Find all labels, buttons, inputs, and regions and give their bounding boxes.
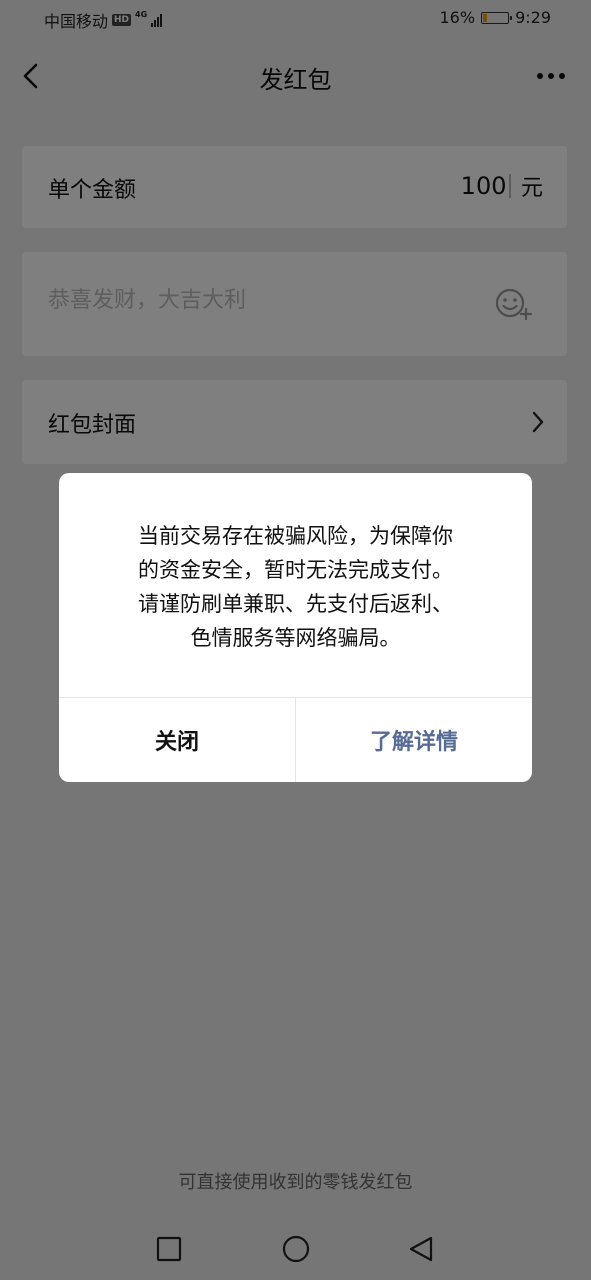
dialog-message-line: 色情服务等网络骗局。 — [190, 626, 401, 650]
dialog-actions: 关闭 了解详情 — [59, 697, 532, 782]
dialog-message: 当前交易存在被骗风险，为保障你 的资金安全，暂时无法完成支付。 请谨防刷单兼职、… — [93, 519, 498, 655]
close-button[interactable]: 关闭 — [59, 698, 296, 782]
risk-warning-dialog: 当前交易存在被骗风险，为保障你 的资金安全，暂时无法完成支付。 请谨防刷单兼职、… — [59, 473, 532, 782]
learn-more-button[interactable]: 了解详情 — [296, 698, 532, 782]
dialog-message-line: 请谨防刷单兼职、先支付后返利、 — [138, 592, 453, 616]
dialog-message-line: 的资金安全，暂时无法完成支付。 — [138, 558, 453, 582]
dialog-message-line: 当前交易存在被骗风险，为保障你 — [138, 524, 453, 548]
